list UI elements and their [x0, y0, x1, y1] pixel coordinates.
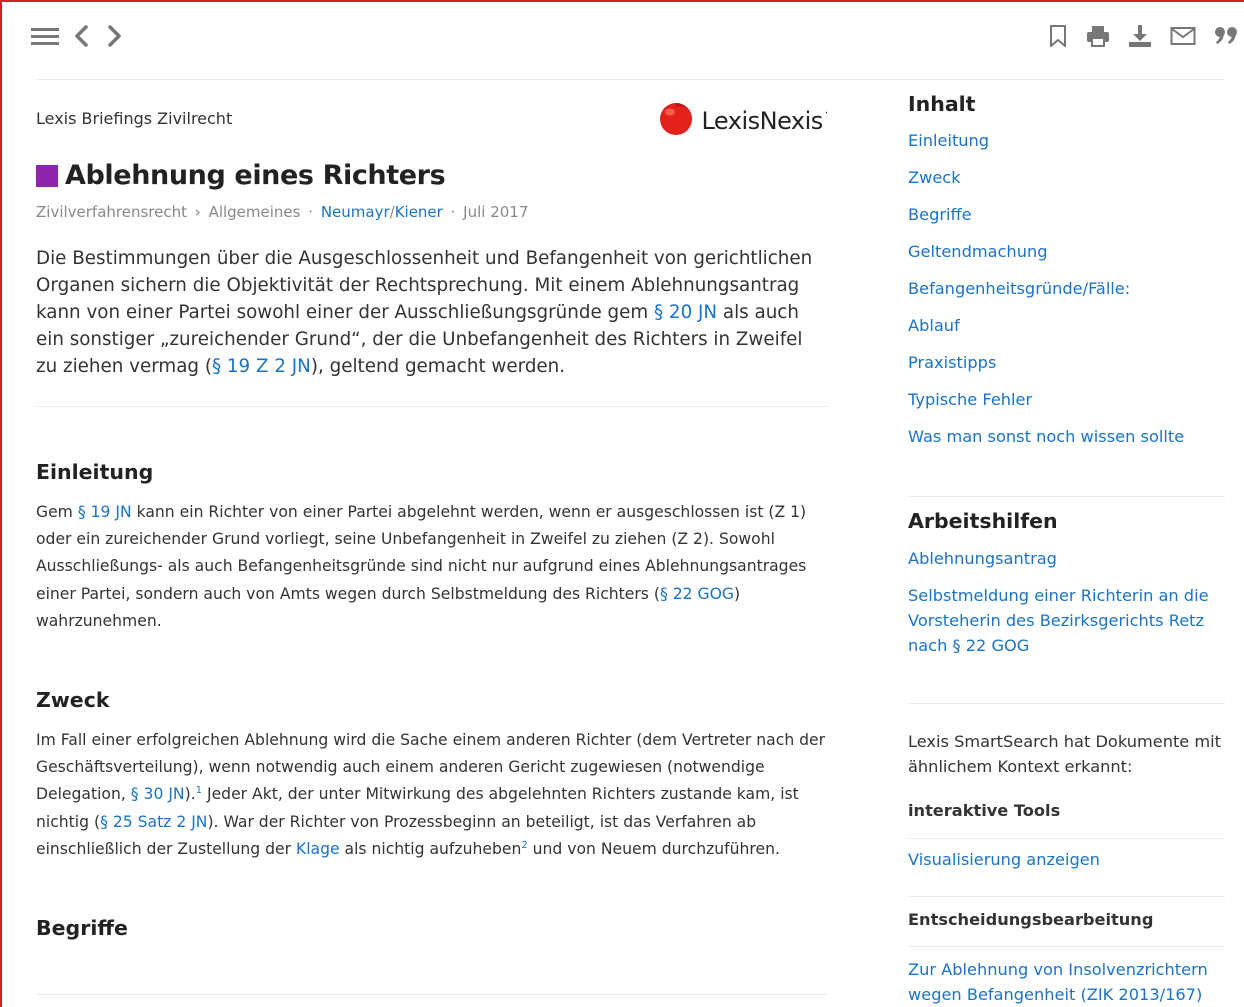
arbeitshilfen-heading: Arbeitshilfen: [908, 509, 1058, 533]
author-link-neumayr[interactable]: Neumayr: [321, 203, 390, 221]
link-19-jn[interactable]: § 19 JN: [78, 503, 132, 521]
breadcrumb-separator: ·: [308, 203, 314, 221]
toc-item-zweck[interactable]: Zweck: [908, 168, 961, 187]
decision-link-zik-2013-167[interactable]: Zur Ablehnung von Insolvenzrichtern wege…: [908, 957, 1225, 1007]
sidebar-divider: [908, 838, 1225, 839]
body-text: Gem: [36, 503, 78, 521]
section-body-zweck: Im Fall einer erfolgreichen Ablehnung wi…: [36, 727, 828, 863]
download-icon[interactable]: [1128, 24, 1152, 48]
chevron-left-icon[interactable]: [72, 24, 92, 48]
smartsearch-intro: Lexis SmartSearch hat Dokumente mit ähnl…: [908, 732, 1222, 776]
toc-item-typische-fehler[interactable]: Typische Fehler: [908, 390, 1032, 409]
section-divider: [36, 994, 828, 995]
logo-sphere-icon: [659, 102, 693, 140]
print-icon[interactable]: [1086, 24, 1110, 48]
hamburger-menu-icon[interactable]: [30, 25, 60, 47]
toc-item-praxistipps[interactable]: Praxistipps: [908, 353, 996, 372]
toc-item-ablauf[interactable]: Ablauf: [908, 316, 960, 335]
logo-text: LexisNexis: [701, 107, 823, 135]
decisions-heading: Entscheidungsbearbeitung: [908, 910, 1154, 929]
link-22-gog[interactable]: § 22 GOG: [660, 585, 734, 603]
page-title: Ablehnung eines Richters: [65, 160, 446, 191]
section-title-begriffe: Begriffe: [36, 916, 128, 940]
link-20-jn[interactable]: § 20 JN: [654, 302, 717, 323]
sidebar-divider: [908, 896, 1225, 897]
document-header: Lexis Briefings Zivilrecht LexisNexis ·: [36, 80, 828, 160]
publication-date: Juli 2017: [463, 203, 529, 221]
lexisnexis-logo: LexisNexis ·: [659, 102, 828, 140]
sidebar-divider: [908, 496, 1225, 497]
toc-item-einleitung[interactable]: Einleitung: [908, 131, 989, 150]
breadcrumb-area: Zivilverfahrensrecht: [36, 203, 187, 221]
body-text: als nichtig aufzuheben: [339, 839, 522, 858]
section-title-zweck: Zweck: [36, 688, 110, 712]
mail-icon[interactable]: [1170, 25, 1196, 47]
toc-item-befangenheitsgruende[interactable]: Befangenheitsgründe/Fälle:: [908, 279, 1130, 298]
link-klage[interactable]: Klage: [296, 840, 340, 858]
toolbar-left: [30, 24, 124, 48]
sidebar-divider: [908, 703, 1225, 704]
toolbar-right: [1048, 24, 1238, 48]
toc-heading: Inhalt: [908, 92, 976, 116]
breadcrumb-arrow: ›: [194, 203, 201, 221]
lead-paragraph: Die Bestimmungen über die Ausgeschlossen…: [36, 245, 828, 380]
breadcrumb: Zivilverfahrensrecht › Allgemeines · Neu…: [36, 203, 528, 221]
arbeitshilfe-ablehnungsantrag[interactable]: Ablehnungsantrag: [908, 546, 1225, 571]
body-text: und von Neuem durchzuführen.: [527, 839, 780, 858]
section-body-einleitung: Gem § 19 JN kann ein Richter von einer P…: [36, 499, 828, 635]
link-30-jn[interactable]: § 30 JN: [131, 785, 185, 803]
lead-divider: [36, 406, 828, 407]
breadcrumb-category: Allgemeines: [208, 203, 301, 221]
title-row: Ablehnung eines Richters: [36, 160, 446, 191]
author-link-kiener[interactable]: Kiener: [395, 203, 443, 221]
document-main: Lexis Briefings Zivilrecht LexisNexis · …: [36, 80, 828, 995]
section-title-einleitung: Einleitung: [36, 460, 154, 484]
toc-item-geltendmachung[interactable]: Geltendmachung: [908, 242, 1047, 261]
breadcrumb-separator: ·: [450, 203, 456, 221]
bookmark-icon[interactable]: [1048, 24, 1068, 48]
series-name: Lexis Briefings Zivilrecht: [36, 109, 233, 128]
arbeitshilfe-selbstmeldung[interactable]: Selbstmeldung einer Richterin an die Vor…: [908, 583, 1225, 658]
toc-item-begriffe[interactable]: Begriffe: [908, 205, 972, 224]
sidebar-divider: [908, 946, 1225, 947]
quote-icon[interactable]: [1214, 25, 1238, 47]
body-text: ).: [184, 785, 196, 804]
logo-trademark: ·: [824, 108, 828, 119]
link-19-z2-jn[interactable]: § 19 Z 2 JN: [212, 356, 311, 377]
link-25-satz-2-jn[interactable]: § 25 Satz 2 JN: [100, 813, 207, 831]
visualisierung-link[interactable]: Visualisierung anzeigen: [908, 850, 1100, 869]
toc-item-was-man-sonst[interactable]: Was man sonst noch wissen sollte: [908, 427, 1184, 446]
tools-heading: interaktive Tools: [908, 801, 1061, 820]
lead-text: ), geltend gemacht werden.: [310, 356, 566, 377]
chevron-right-icon[interactable]: [104, 24, 124, 48]
category-color-marker: [36, 164, 58, 187]
